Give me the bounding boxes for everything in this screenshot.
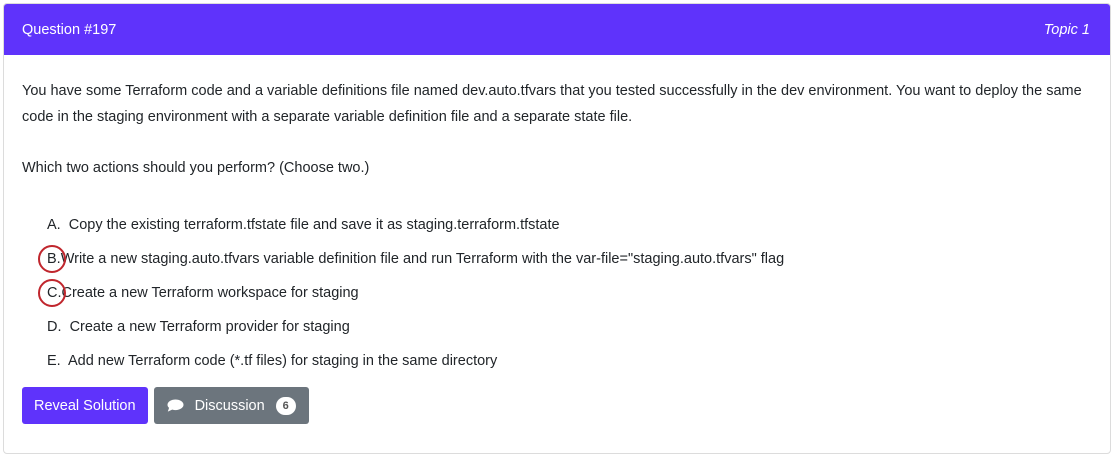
question-card: Question #197 Topic 1 You have some Terr…: [3, 3, 1111, 454]
action-bar: Reveal Solution Discussion 6: [22, 387, 1092, 424]
discussion-label: Discussion: [194, 397, 265, 414]
question-text: You have some Terraform code and a varia…: [22, 78, 1092, 181]
choice-letter: B.: [47, 242, 61, 276]
question-paragraph: You have some Terraform code and a varia…: [22, 83, 1082, 125]
choice-text: Create a new Terraform provider for stag…: [69, 319, 350, 335]
discussion-count-badge: 6: [275, 396, 296, 415]
choice-a[interactable]: A. Copy the existing terraform.tfstate f…: [47, 208, 1092, 242]
question-header: Question #197 Topic 1: [4, 4, 1110, 55]
choices-list: A. Copy the existing terraform.tfstate f…: [22, 208, 1092, 378]
choice-letter: C.: [47, 276, 62, 310]
topic-label: Topic 1: [1043, 21, 1090, 38]
question-body: You have some Terraform code and a varia…: [4, 55, 1110, 424]
choice-text: Write a new staging.auto.tfvars variable…: [60, 251, 785, 267]
reveal-solution-button[interactable]: Reveal Solution: [22, 387, 148, 424]
question-instruction: Which two actions should you perform? (C…: [22, 160, 370, 176]
comment-icon: [167, 399, 184, 412]
choice-text: Create a new Terraform workspace for sta…: [61, 285, 359, 301]
choice-letter: A.: [47, 217, 65, 233]
discussion-button[interactable]: Discussion 6: [153, 387, 309, 424]
choice-c[interactable]: C.Create a new Terraform workspace for s…: [47, 276, 1092, 310]
question-number: Question #197: [22, 21, 117, 38]
choice-e[interactable]: E. Add new Terraform code (*.tf files) f…: [47, 344, 1092, 378]
choice-d[interactable]: D. Create a new Terraform provider for s…: [47, 310, 1092, 344]
choice-text: Copy the existing terraform.tfstate file…: [68, 217, 560, 233]
choice-letter: D.: [47, 319, 66, 335]
choice-text: Add new Terraform code (*.tf files) for …: [67, 353, 498, 369]
choice-b[interactable]: B.Write a new staging.auto.tfvars variab…: [47, 242, 1092, 276]
choice-letter: E.: [47, 353, 65, 369]
